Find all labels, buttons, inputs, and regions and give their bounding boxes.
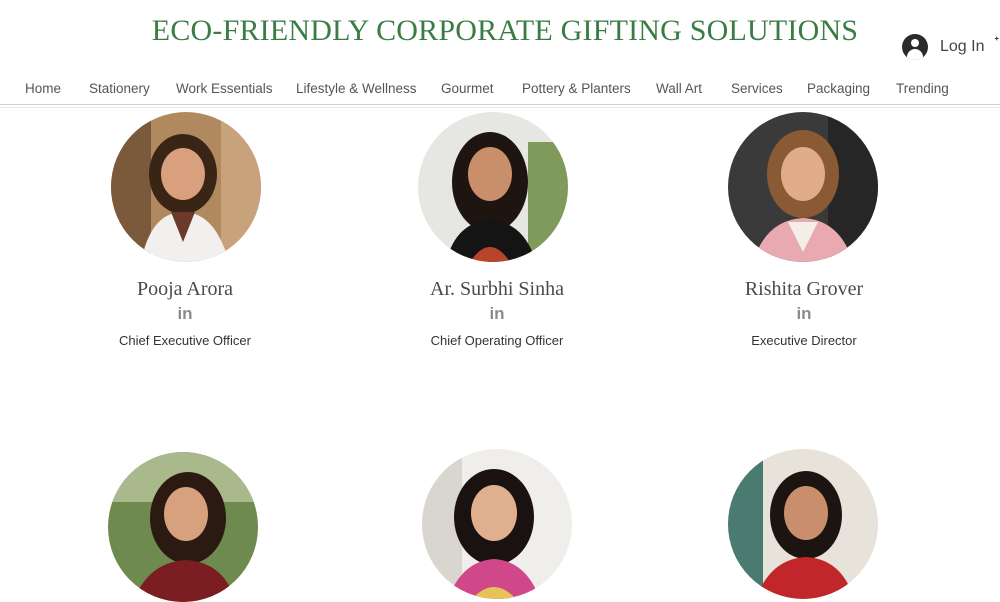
login-label[interactable]: Log In xyxy=(940,38,984,56)
nav-item-trending[interactable]: Trending xyxy=(896,81,949,96)
nav-divider xyxy=(0,104,1000,105)
nav-divider-secondary xyxy=(0,107,1000,108)
site-title[interactable]: ECO-FRIENDLY CORPORATE GIFTING SOLUTIONS xyxy=(0,14,1000,48)
nav-item-stationery[interactable]: Stationery xyxy=(89,81,150,96)
linkedin-icon[interactable]: in xyxy=(35,304,335,324)
cart-icon-partial[interactable]: ᐩ xyxy=(994,33,999,50)
nav-item-packaging[interactable]: Packaging xyxy=(807,81,870,96)
nav-item-wall-art[interactable]: Wall Art xyxy=(656,81,702,96)
linkedin-icon[interactable]: in xyxy=(347,304,647,324)
user-avatar-icon[interactable] xyxy=(902,34,928,60)
team-photo-5 xyxy=(422,449,572,599)
nav-item-gourmet[interactable]: Gourmet xyxy=(441,81,494,96)
team-name-3: Rishita Grover xyxy=(744,278,864,300)
team-name-1: Pooja Arora xyxy=(136,278,234,300)
team-photo-4 xyxy=(108,452,258,602)
nav-item-pottery-planters[interactable]: Pottery & Planters xyxy=(522,81,631,96)
team-role-3: Executive Director xyxy=(751,333,857,348)
nav-item-services[interactable]: Services xyxy=(731,81,783,96)
team-role-2: Chief Operating Officer xyxy=(430,333,564,348)
team-photo-3 xyxy=(728,112,878,262)
team-role-1: Chief Executive Officer xyxy=(119,333,251,348)
nav-item-home[interactable]: Home xyxy=(25,81,61,96)
team-photo-6 xyxy=(728,449,878,599)
main-nav: Home Stationery Work Essentials Lifestyl… xyxy=(0,81,1000,103)
nav-item-lifestyle-wellness[interactable]: Lifestyle & Wellness xyxy=(296,81,417,96)
team-name-2: Ar. Surbhi Sinha xyxy=(430,278,564,300)
linkedin-icon[interactable]: in xyxy=(654,304,954,324)
team-photo-2 xyxy=(418,112,568,262)
team-photo-1 xyxy=(111,112,261,262)
nav-item-work-essentials[interactable]: Work Essentials xyxy=(176,81,273,96)
login-button[interactable]: Log In xyxy=(902,34,984,60)
